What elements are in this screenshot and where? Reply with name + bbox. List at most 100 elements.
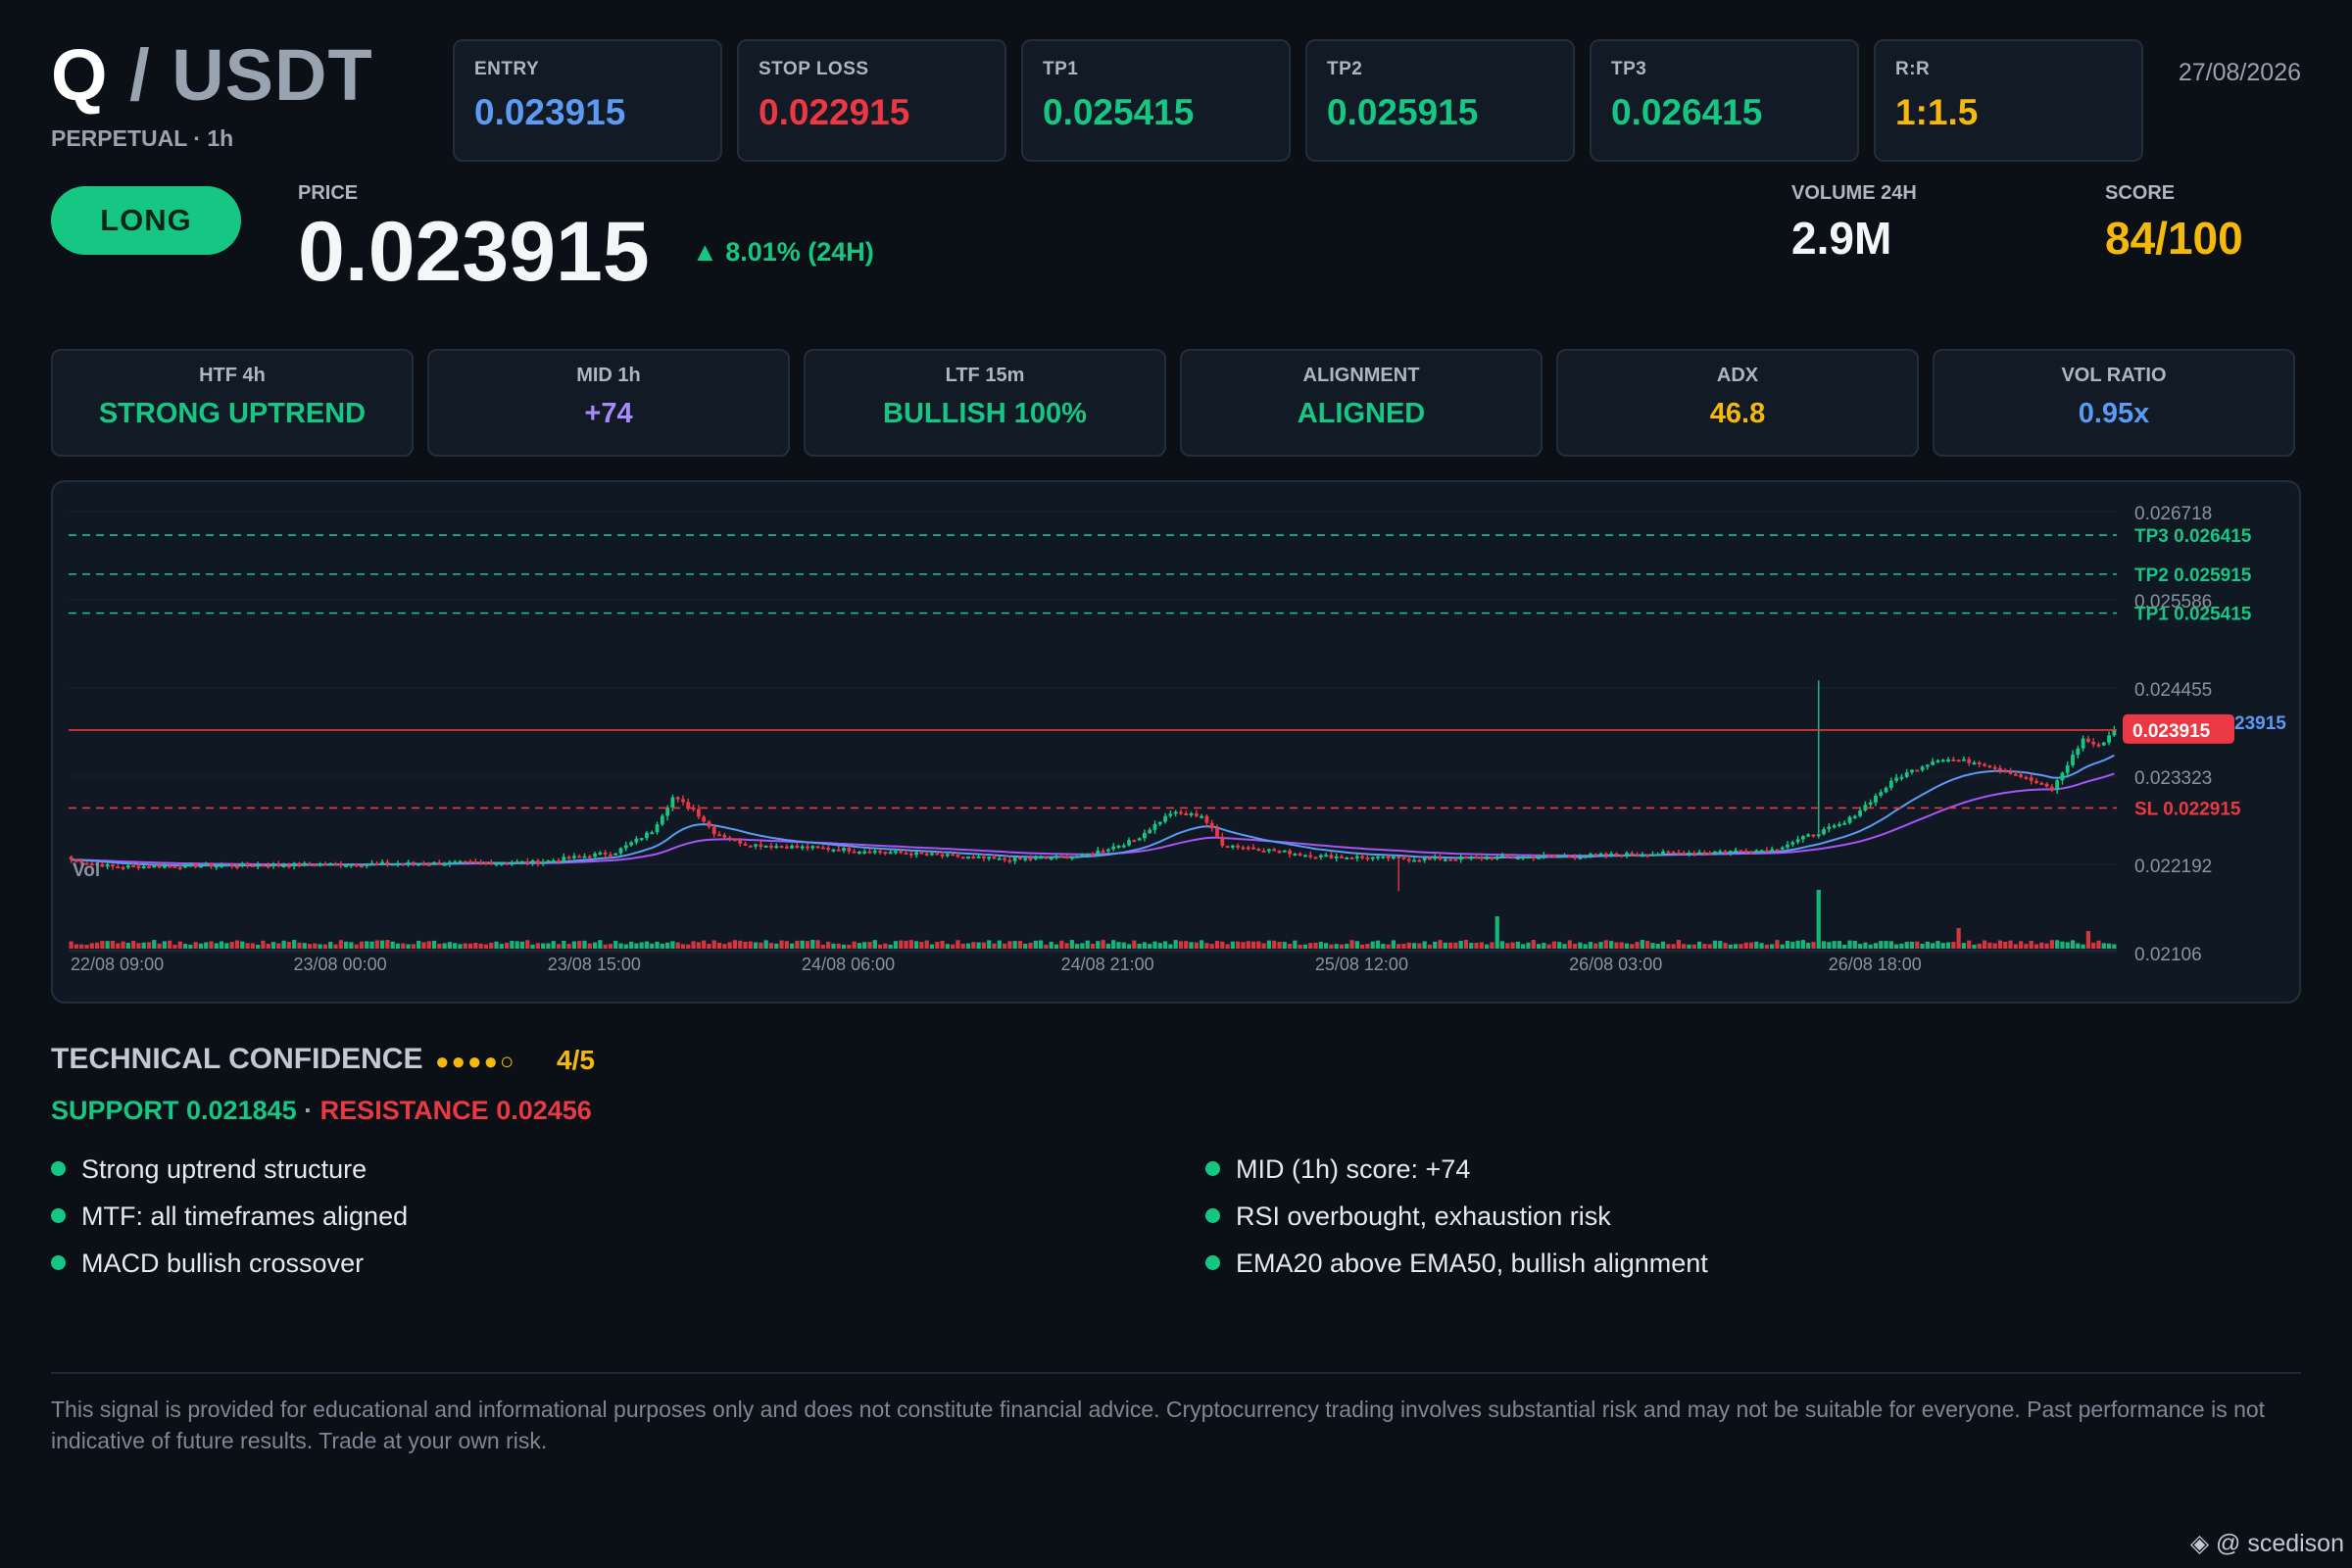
candle-body: [727, 837, 732, 840]
level-line-label: TP3 0.026415: [2134, 526, 2252, 547]
volume-bar: [1635, 942, 1640, 949]
candle-body: [1345, 857, 1349, 859]
volume-bar: [478, 943, 483, 949]
candle-body: [1682, 853, 1687, 856]
candle-body: [1795, 839, 1800, 843]
candle-body: [286, 864, 291, 867]
volume-bar: [1961, 943, 1967, 949]
reason-item: MTF: all timeframes aligned: [51, 1201, 408, 1232]
tp2-value: 0.025915: [1327, 92, 1479, 132]
volume-bar: [1463, 940, 1469, 949]
candle-body: [1847, 816, 1852, 823]
candle-body: [733, 839, 737, 842]
volume-bar: [245, 943, 250, 949]
volume-bar: [1780, 944, 1785, 949]
candle-body: [1521, 857, 1526, 859]
candle-body: [308, 862, 312, 865]
volume-bar: [2076, 943, 2081, 949]
volume-bar: [1739, 944, 1743, 949]
candle-body: [1417, 859, 1422, 862]
volume-bar: [499, 944, 504, 949]
candle-body: [1858, 810, 1862, 816]
entry-label: ENTRY: [474, 59, 540, 79]
volume-bar: [1349, 940, 1354, 949]
candle-body: [1630, 853, 1635, 856]
candle-body: [505, 862, 510, 865]
candle-body: [1707, 853, 1712, 856]
volume-bar: [494, 941, 499, 949]
volume-bar: [592, 942, 598, 949]
volume-bar: [1381, 944, 1386, 949]
volume-bar: [956, 940, 960, 949]
volume-bar: [680, 944, 686, 949]
volume-bar: [1925, 941, 1930, 949]
volume-bar: [1764, 944, 1769, 949]
volume-bar: [204, 942, 209, 949]
volume-bar: [1718, 941, 1723, 949]
candle-body: [421, 863, 426, 866]
candle-body: [1266, 849, 1271, 852]
volume-bar: [188, 944, 193, 949]
volume-bar: [1059, 940, 1064, 949]
volume-bar: [1096, 941, 1101, 949]
entry-marker-label: 23915: [2234, 713, 2286, 734]
candle-body: [209, 863, 214, 867]
candle-body: [2065, 764, 2070, 773]
candle-body: [976, 856, 981, 858]
volume-bar: [1759, 943, 1764, 949]
level-line-label: SL 0.022915: [2134, 799, 2241, 819]
volume-bar: [168, 940, 172, 949]
volume-bar: [234, 940, 240, 949]
volume-bar: [774, 943, 779, 949]
candle-body: [603, 852, 608, 855]
volume-bar: [1837, 941, 1842, 949]
candle-body: [1298, 854, 1302, 857]
candle-body: [826, 848, 831, 851]
candle-body: [842, 848, 846, 852]
indicator-ltf-value: BULLISH 100%: [883, 398, 1087, 429]
candle-body: [748, 845, 753, 848]
candle-body: [2085, 738, 2090, 743]
candle-body: [743, 843, 748, 846]
reason-text: MID (1h) score: +74: [1236, 1154, 1471, 1184]
volume-bar: [644, 941, 650, 949]
candle-body: [784, 846, 789, 849]
candle-body: [1962, 759, 1966, 761]
x-tick-label: 25/08 12:00: [1315, 955, 1408, 974]
price-chart[interactable]: 0.026718 0.025586 0.024455 0.023323 0.022192…: [51, 480, 2301, 1004]
volume-bar: [473, 942, 478, 949]
volume-bar: [286, 942, 291, 949]
volume-bar: [395, 943, 401, 949]
score-label: SCORE: [2105, 182, 2176, 204]
candle-body: [1127, 840, 1131, 846]
volume-bar: [1800, 940, 1806, 949]
score-value: 84/100: [2105, 213, 2243, 264]
volume-bar: [354, 944, 359, 949]
volume-bar: [929, 944, 935, 949]
volume-bar: [1272, 940, 1277, 949]
volume-bar: [1707, 944, 1712, 949]
candle-body: [157, 865, 162, 868]
candle-body: [1479, 857, 1484, 859]
volume-bar: [1894, 944, 1899, 949]
volume-bar: [1676, 940, 1682, 949]
volume-bar: [1972, 944, 1977, 949]
candle-body: [1080, 854, 1085, 857]
volume-bar: [1069, 940, 1074, 949]
volume-bar: [1485, 944, 1490, 949]
volume-bar: [276, 943, 281, 949]
volume-bar: [121, 941, 125, 949]
volume-bar: [1572, 943, 1578, 949]
volume-bar: [1411, 943, 1417, 949]
indicator-mid: MID 1h +74: [427, 349, 790, 457]
volume-bar: [1884, 941, 1888, 949]
volume-bar: [707, 944, 711, 949]
volume-bar: [696, 942, 701, 949]
candle-body: [266, 865, 270, 868]
candle-body: [924, 853, 929, 856]
volume-bar: [297, 942, 302, 949]
volume-bar: [1308, 943, 1313, 949]
volume-bar: [815, 940, 820, 949]
volume-bar: [322, 944, 328, 949]
candle-body: [458, 860, 463, 863]
